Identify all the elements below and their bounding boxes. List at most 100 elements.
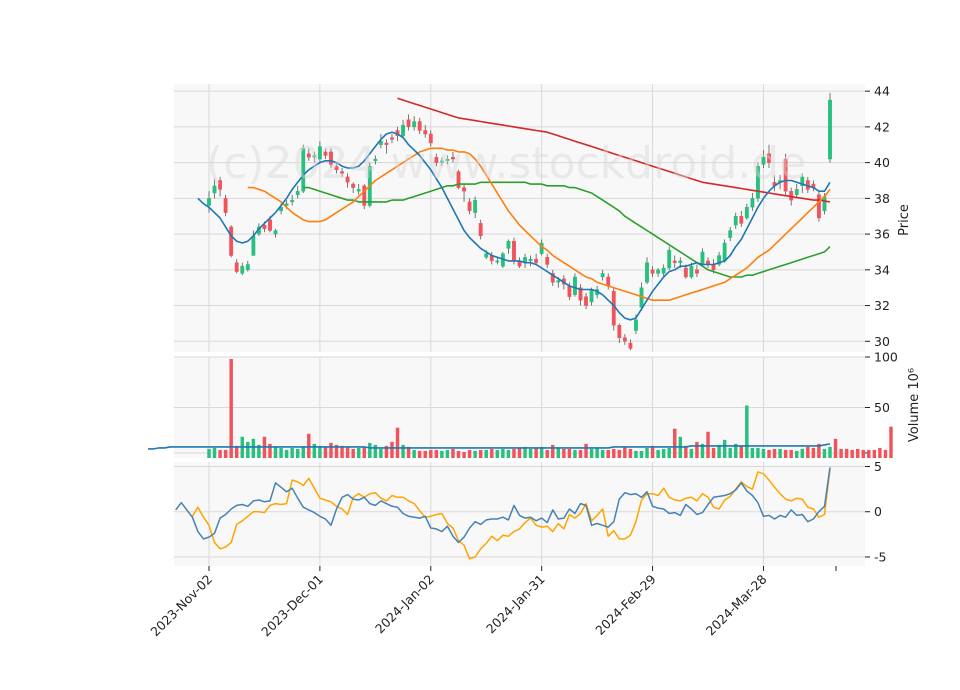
- volume-bar: [290, 447, 294, 458]
- candle-body: [622, 337, 627, 342]
- volume-bar: [551, 444, 555, 458]
- candle-body: [207, 198, 211, 206]
- volume-bar: [423, 450, 427, 458]
- volume-bar: [783, 449, 788, 458]
- volume-bar: [623, 446, 627, 458]
- volume-bar: [745, 405, 749, 458]
- volume-bar: [512, 448, 516, 458]
- volume-bar: [562, 448, 566, 458]
- volume-bar: [229, 359, 233, 458]
- volume-bar: [373, 444, 378, 458]
- candle-body: [223, 198, 228, 213]
- volume-bar: [883, 449, 888, 458]
- volume-bar: [833, 438, 838, 458]
- volume-bar: [722, 439, 727, 458]
- volume-bar: [417, 450, 422, 458]
- xtick-label: 2023-Nov-02: [147, 572, 215, 640]
- volume-bar: [661, 448, 666, 458]
- candle-body: [512, 241, 516, 262]
- candle-body: [584, 296, 588, 306]
- candle-body: [406, 119, 411, 128]
- volume-bar: [456, 450, 461, 458]
- volume-bar: [273, 446, 278, 458]
- volume-bar: [634, 450, 638, 458]
- candle-body: [744, 207, 749, 219]
- candle-body: [290, 199, 295, 203]
- xtick-label: 2023-Dec-01: [258, 572, 326, 640]
- volume-bar: [861, 449, 865, 458]
- volume-ytick-label: 50: [874, 400, 890, 415]
- volume-bar: [612, 448, 616, 458]
- volume-bar: [462, 451, 466, 458]
- volume-bar: [412, 449, 416, 458]
- volume-bar: [345, 446, 350, 458]
- osc-ytick-label: 0: [874, 504, 882, 519]
- candle-body: [750, 198, 755, 208]
- volume-bar: [312, 443, 317, 458]
- volume-bar: [867, 449, 871, 458]
- xtick-label: 2024-Jan-31: [483, 572, 548, 637]
- volume-bar: [739, 445, 744, 458]
- candle-body: [251, 235, 256, 256]
- candle-body: [700, 251, 705, 265]
- volume-bar: [728, 447, 732, 458]
- volume-bar: [279, 447, 283, 458]
- candle-body: [828, 99, 832, 160]
- volume-bar: [839, 448, 843, 458]
- candle-body: [645, 262, 649, 283]
- candle-body: [556, 280, 561, 283]
- candle-body: [683, 267, 688, 278]
- volume-bar: [639, 450, 644, 458]
- candle-body: [600, 273, 605, 278]
- volume-bar: [434, 449, 439, 458]
- volume-bar: [207, 448, 211, 458]
- volume-bar: [351, 448, 355, 458]
- price-background: [174, 84, 865, 352]
- volume-bar: [595, 447, 599, 458]
- candle-body: [528, 258, 533, 262]
- volume-panel: 50 100: [148, 350, 898, 458]
- volume-bar: [390, 441, 394, 458]
- candle-body: [816, 194, 821, 219]
- volume-bar: [368, 442, 372, 458]
- volume-bar: [467, 449, 472, 458]
- volume-bar: [284, 449, 289, 458]
- candle-body: [661, 267, 666, 274]
- candle-body: [650, 269, 655, 274]
- candle-body: [234, 262, 239, 272]
- candle-body: [412, 121, 417, 128]
- watermark: (c)2024 www.stockdroid.de: [206, 138, 806, 189]
- volume-bar: [772, 448, 777, 458]
- volume-bar: [761, 448, 766, 458]
- volume-bar: [695, 441, 699, 458]
- volume-bar: [589, 448, 594, 458]
- price-ytick-label: 34: [874, 262, 890, 277]
- candle-body: [229, 226, 234, 256]
- oscillator-panel: -5 0 5: [174, 459, 886, 566]
- volume-bar: [673, 428, 677, 458]
- candle-body: [794, 189, 799, 195]
- candle-body: [672, 260, 677, 263]
- candle-body: [478, 223, 483, 237]
- volume-bar: [484, 449, 488, 458]
- volume-bar: [628, 448, 633, 458]
- volume-bar: [268, 443, 272, 458]
- osc-ytick-label: -5: [874, 549, 886, 564]
- candle-body: [534, 258, 539, 263]
- volume-bar: [218, 449, 222, 458]
- price-axis-label: Price: [897, 204, 912, 236]
- volume-bar: [600, 449, 605, 458]
- candle-body: [245, 264, 250, 271]
- candle-body: [417, 121, 422, 131]
- price-ytick-label: 32: [874, 298, 890, 313]
- candle-body: [484, 253, 489, 258]
- candle-body: [545, 257, 550, 265]
- volume-bar: [617, 449, 622, 458]
- volume-bar: [323, 446, 328, 458]
- volume-bar: [889, 426, 893, 458]
- volume-bar: [856, 448, 860, 458]
- volume-ytick-label: 100: [874, 350, 898, 365]
- volume-bar: [656, 449, 660, 458]
- candle-body: [617, 325, 622, 338]
- volume-bar: [689, 448, 694, 458]
